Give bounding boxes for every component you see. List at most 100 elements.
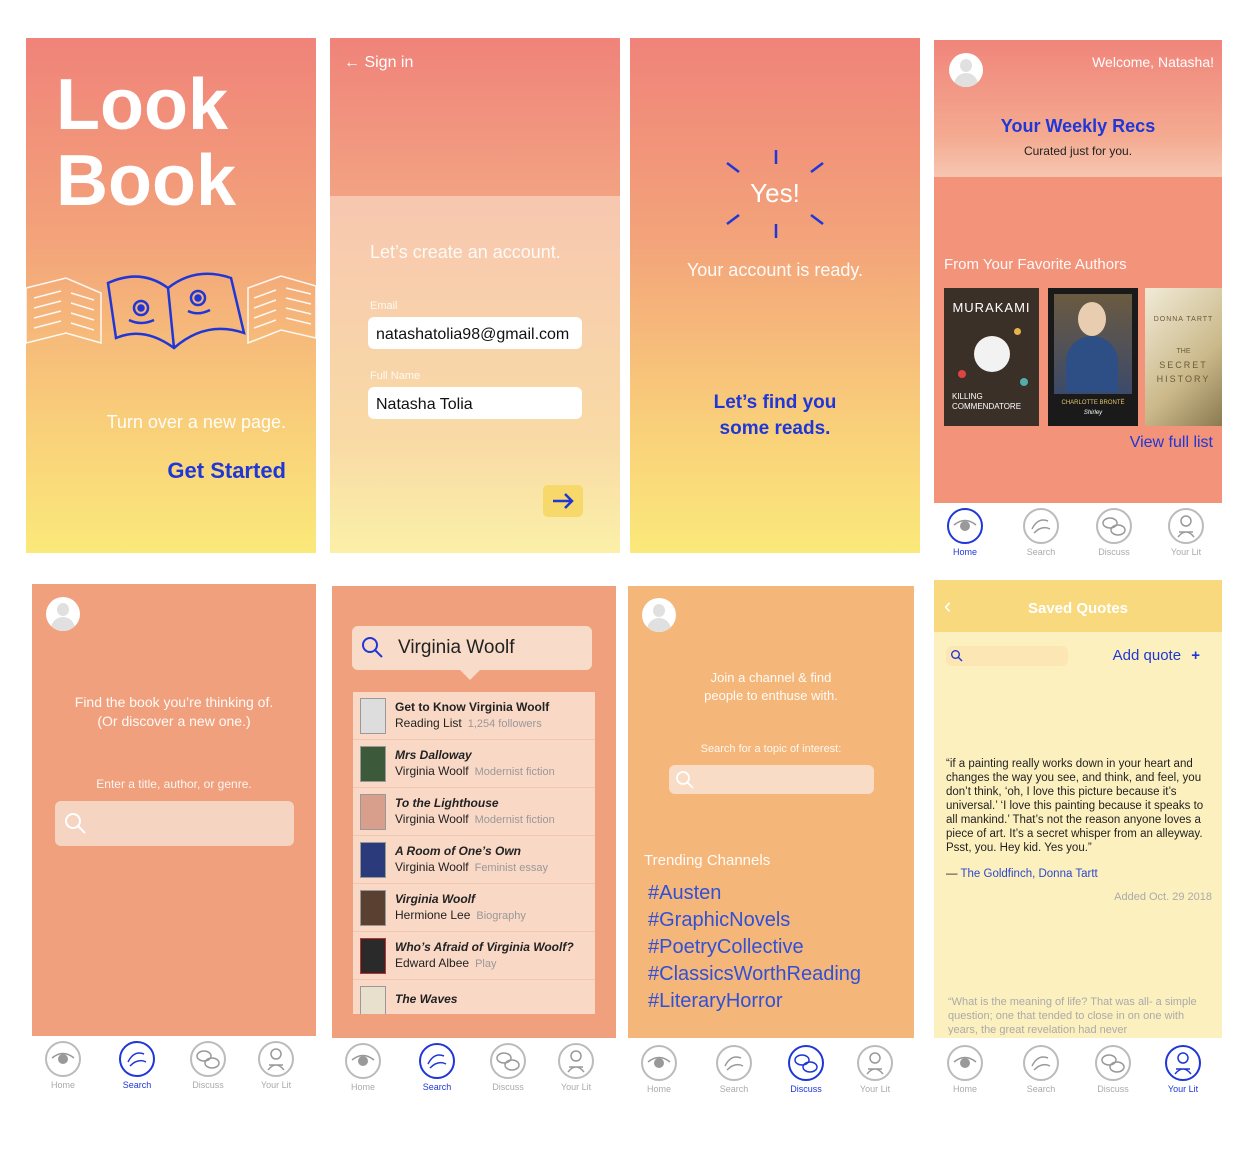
full-name-field[interactable]: Natasha Tolia <box>368 387 582 419</box>
quote-text-2: “What is the meaning of life? That was a… <box>948 996 1197 1035</box>
view-full-list-link[interactable]: View full list <box>1130 434 1213 452</box>
welcome-text: Welcome, Natasha! <box>1092 54 1214 70</box>
search-prompt-line2: (Or discover a new one.) <box>97 713 251 729</box>
hand-book-icon <box>1023 508 1059 544</box>
nav-discuss[interactable]: Discuss <box>780 1044 832 1094</box>
list-item[interactable]: Who’s Afraid of Virginia Woolf? Edward A… <box>353 932 595 980</box>
source-dash: — <box>946 868 958 880</box>
bottom-nav-discuss: Home Search Discuss Your Lit <box>628 1040 914 1096</box>
nav-your-lit[interactable]: Your Lit <box>1157 1044 1209 1094</box>
hand-book-icon <box>419 1043 455 1079</box>
channel-graphic-novels[interactable]: #GraphicNovels <box>648 909 790 932</box>
back-arrow-icon: ← <box>344 54 360 71</box>
search-icon <box>951 650 963 662</box>
book-cover-secret-history[interactable]: DONNA TARTT THE SECRET HISTORY <box>1145 288 1222 426</box>
app-title-line2: Book <box>56 141 236 221</box>
nav-your-lit[interactable]: Your Lit <box>550 1042 602 1092</box>
quote-added-date: Added Oct. 29 2018 <box>1114 891 1212 903</box>
nav-search[interactable]: Search <box>411 1042 463 1092</box>
reader-icon <box>558 1043 594 1079</box>
weekly-recs-subtitle: Curated just for you. <box>1023 144 1133 158</box>
speech-bubbles-icon <box>788 1045 824 1081</box>
search-input[interactable] <box>55 801 294 846</box>
search-prompt-line1: Find the book you’re thinking of. <box>74 694 274 710</box>
nav-home[interactable]: Home <box>337 1042 389 1092</box>
app-title-line1: Look <box>56 65 228 145</box>
nav-your-lit[interactable]: Your Lit <box>1160 507 1212 557</box>
nav-your-lit[interactable]: Your Lit <box>250 1040 302 1090</box>
search-input[interactable]: Virginia Woolf <box>352 626 592 670</box>
email-field[interactable]: natashatolia98@gmail.com <box>368 317 582 349</box>
thumbnail <box>360 938 386 974</box>
signup-heading: Let’s create an account. <box>370 242 561 262</box>
nav-discuss[interactable]: Discuss <box>1087 1044 1139 1094</box>
trending-channels-title: Trending Channels <box>644 852 771 869</box>
nav-search[interactable]: Search <box>1015 1044 1067 1094</box>
list-item[interactable]: A Room of One’s Own Virginia Woolf Femini… <box>353 836 595 884</box>
reader-icon <box>1168 508 1204 544</box>
eye-icon <box>641 1045 677 1081</box>
reader-icon <box>1165 1045 1201 1081</box>
bottom-nav-quotes: Home Search Discuss Your Lit <box>934 1040 1222 1096</box>
arrow-right-icon <box>553 493 574 509</box>
nav-search[interactable]: Search <box>708 1044 760 1094</box>
avatar[interactable] <box>642 598 676 632</box>
channel-classics-worth-reading[interactable]: #ClassicsWorthReading <box>648 963 861 986</box>
channel-literary-horror[interactable]: #LiteraryHorror <box>648 990 782 1013</box>
thumbnail <box>360 842 386 878</box>
eye-icon <box>45 1041 81 1077</box>
add-quote-button[interactable]: Add quote + <box>1113 647 1200 664</box>
add-quote-label: Add quote <box>1112 647 1182 664</box>
quotes-title: Saved Quotes <box>1027 600 1129 617</box>
eye-icon <box>947 508 983 544</box>
results-list: Get to Know Virginia Woolf Reading List 1… <box>353 692 595 1014</box>
eye-icon <box>947 1045 983 1081</box>
discuss-screen: Join a channel & find people to enthuse … <box>628 586 914 1038</box>
nav-discuss[interactable]: Discuss <box>1088 507 1140 557</box>
yes-text: Yes! <box>750 178 800 208</box>
nav-home[interactable]: Home <box>939 507 991 557</box>
quote-search-input[interactable] <box>946 646 1068 666</box>
get-started-button[interactable]: Get Started <box>167 458 286 484</box>
bottom-nav-home: Home Search Discuss Your Lit <box>934 503 1222 560</box>
nav-home[interactable]: Home <box>939 1044 991 1094</box>
list-item[interactable]: The Waves <box>353 980 595 1014</box>
nav-home[interactable]: Home <box>633 1044 685 1094</box>
list-item[interactable]: To the Lighthouse Virginia Woolf Modernis… <box>353 788 595 836</box>
plus-icon: + <box>1191 647 1200 664</box>
speech-bubbles-icon <box>190 1041 226 1077</box>
saved-quotes-screen: ‹ Saved Quotes Add quote + “if a paintin… <box>934 580 1222 1038</box>
bottom-nav-results: Home Search Discuss Your Lit <box>332 1038 616 1094</box>
avatar[interactable] <box>949 53 983 87</box>
landing-screen: Look Book Turn over a new page. Get Star… <box>26 38 316 553</box>
nav-home[interactable]: Home <box>37 1040 89 1090</box>
back-button[interactable]: ← Sign in <box>344 54 413 72</box>
source-link: The Goldfinch, Donna Tartt <box>960 868 1098 880</box>
quote-source[interactable]: — The Goldfinch, Donna Tartt <box>946 868 1098 880</box>
speech-bubbles-icon <box>1096 508 1132 544</box>
nav-search[interactable]: Search <box>111 1040 163 1090</box>
next-button[interactable] <box>543 485 583 517</box>
find-reads-link-line2[interactable]: some reads. <box>630 418 920 440</box>
weekly-recs-title: Your Weekly Recs <box>1000 116 1156 136</box>
nav-your-lit[interactable]: Your Lit <box>849 1044 901 1094</box>
channel-poetry-collective[interactable]: #PoetryCollective <box>648 936 804 959</box>
avatar[interactable] <box>46 597 80 631</box>
book-cover-killing-commendatore[interactable]: MURAKAMI KILLING COMMENDATORE <box>944 288 1039 426</box>
search-query: Virginia Woolf <box>398 637 515 658</box>
nav-search[interactable]: Search <box>1015 507 1067 557</box>
topic-search-input[interactable] <box>669 765 874 794</box>
nav-discuss[interactable]: Discuss <box>182 1040 234 1090</box>
find-reads-link-line1[interactable]: Let’s find you <box>630 392 920 414</box>
list-item[interactable]: Get to Know Virginia Woolf Reading List 1… <box>353 692 595 740</box>
signup-screen: ← Sign in Let’s create an account. Email… <box>330 38 620 553</box>
list-item[interactable]: Mrs Dalloway Virginia Woolf Modernist fic… <box>353 740 595 788</box>
book-cover-shirley[interactable]: CHARLOTTE BRONTË Shirley <box>1048 288 1138 426</box>
home-screen: Welcome, Natasha! Your Weekly Recs Curat… <box>934 40 1222 560</box>
nav-discuss[interactable]: Discuss <box>482 1042 534 1092</box>
name-label: Full Name <box>370 370 421 382</box>
channel-austen[interactable]: #Austen <box>648 882 721 905</box>
thumbnail <box>360 698 386 734</box>
section-favorite-authors: From Your Favorite Authors <box>944 256 1127 273</box>
list-item[interactable]: Virginia Woolf Hermione Lee Biography <box>353 884 595 932</box>
